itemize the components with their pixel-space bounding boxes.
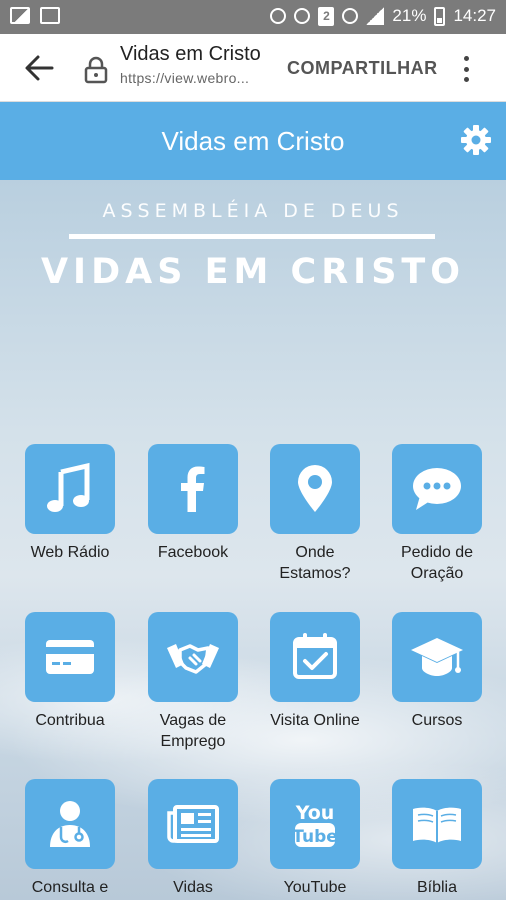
battery-icon xyxy=(434,6,446,26)
tile-label: Vidas xyxy=(173,879,213,896)
tile-label: Consulta e xyxy=(31,879,109,896)
music-note-icon xyxy=(47,462,90,512)
do-not-disturb-icon xyxy=(342,8,359,24)
mute-icon xyxy=(270,8,287,24)
facebook-icon xyxy=(181,466,205,512)
browser-toolbar: Vidas em Cristo https://view.webro... CO… xyxy=(0,34,506,102)
youtube-icon: You Tube xyxy=(292,802,338,847)
credit-card-icon xyxy=(46,640,94,674)
graduation-cap-icon xyxy=(411,638,463,676)
calendar-check-icon xyxy=(293,633,337,679)
page-url: https://view.webro... xyxy=(120,70,250,86)
tile-label: Visita Online xyxy=(270,712,360,729)
share-button[interactable]: COMPARTILHAR xyxy=(287,58,438,79)
tile-pedido-de-oracao[interactable]: Pedido de Oração xyxy=(382,444,492,584)
battery-percent: 21% xyxy=(392,6,427,25)
clock: 14:27 xyxy=(453,6,496,25)
tile-contribua[interactable]: Contribua xyxy=(15,612,125,731)
notification-count-badge: 2 xyxy=(318,6,335,26)
tile-onde-estamos[interactable]: Onde Estamos? xyxy=(260,444,370,584)
hero-divider xyxy=(69,234,435,239)
tile-facebook[interactable]: Facebook xyxy=(138,444,248,563)
svg-text:You: You xyxy=(295,802,335,824)
handshake-icon xyxy=(167,644,219,674)
qr-notification-icon xyxy=(40,7,60,24)
tile-label: Bíblia xyxy=(416,879,458,896)
tile-vagas-de-emprego[interactable]: Vagas de Emprego xyxy=(138,612,248,752)
tile-label: Cursos xyxy=(411,712,463,729)
status-bar: 2 21% 14:27 xyxy=(0,0,506,34)
chat-bubble-icon xyxy=(413,468,461,510)
app-header: Vidas em Cristo xyxy=(0,102,506,180)
tile-label: YouTube xyxy=(283,879,347,896)
tile-cursos[interactable]: Cursos xyxy=(382,612,492,731)
app-title: Vidas em Cristo xyxy=(161,126,345,156)
tile-biblia[interactable]: Bíblia xyxy=(382,779,492,898)
hero-subtitle: ASSEMBLÉIA DE DEUS xyxy=(102,200,404,222)
tile-label: Facebook xyxy=(157,544,229,561)
tile-label: Contribua xyxy=(35,712,105,729)
back-arrow-icon[interactable] xyxy=(22,52,56,84)
bible-icon xyxy=(413,807,461,843)
address-bar[interactable]: Vidas em Cristo https://view.webro... xyxy=(120,43,280,86)
tile-label: Vagas de Emprego xyxy=(159,712,227,750)
signal-icon xyxy=(366,7,385,25)
gallery-notification-icon xyxy=(10,7,30,24)
lock-icon[interactable] xyxy=(82,56,110,84)
tile-visita-online[interactable]: Visita Online xyxy=(260,612,370,731)
newspaper-icon xyxy=(167,805,219,843)
tile-label: Web Rádio xyxy=(30,544,110,561)
svg-text:Tube: Tube xyxy=(292,827,338,847)
tile-web-radio[interactable]: Web Rádio xyxy=(15,444,125,563)
tile-consulta[interactable]: Consulta e xyxy=(15,779,125,898)
tile-vidas[interactable]: Vidas xyxy=(138,779,248,898)
page-title: Vidas em Cristo xyxy=(120,43,261,65)
map-pin-icon xyxy=(298,465,332,512)
doctor-icon xyxy=(50,801,90,847)
tile-youtube[interactable]: You Tube YouTube xyxy=(260,779,370,898)
overflow-menu-icon[interactable] xyxy=(462,56,470,82)
wifi-icon xyxy=(294,8,311,24)
gear-icon[interactable] xyxy=(460,124,492,156)
hero-title: VIDAS EM CRISTO xyxy=(40,252,466,292)
tile-label: Onde Estamos? xyxy=(279,544,351,582)
tile-label: Pedido de Oração xyxy=(400,544,474,582)
